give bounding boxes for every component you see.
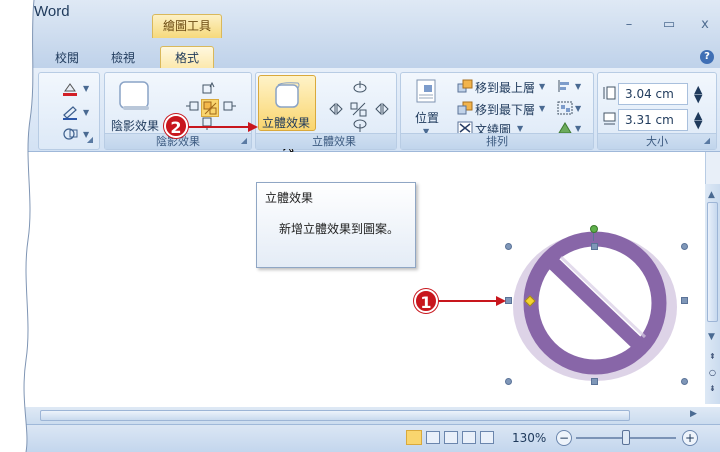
tooltip-title: 立體效果 (265, 191, 314, 205)
tilt-up-icon[interactable] (352, 79, 368, 95)
shape-width-field[interactable]: 3.31 cm (618, 109, 688, 131)
send-to-back-dropdown-icon[interactable]: ▼ (539, 104, 545, 113)
browse-object-icon[interactable]: ○ (709, 368, 716, 377)
tab-review[interactable]: 校閱 (50, 48, 84, 68)
next-page-icon[interactable]: ⇟ (709, 384, 716, 393)
position-icon[interactable] (415, 79, 437, 103)
selection-handle-bottom[interactable] (591, 378, 598, 385)
bring-to-front-dropdown-icon[interactable]: ▼ (539, 82, 545, 91)
selection-handle-top-right[interactable] (681, 243, 688, 250)
threed-on-off-icon[interactable] (350, 101, 368, 117)
align-dropdown-icon[interactable]: ▼ (575, 82, 581, 91)
zoom-in-button[interactable]: + (682, 430, 698, 446)
scroll-down-icon[interactable]: ▼ (708, 332, 715, 342)
selection-handle-top[interactable] (591, 243, 598, 250)
nudge-shadow-left-icon[interactable] (185, 99, 199, 113)
outline-view-icon[interactable] (462, 431, 476, 444)
title-bar (0, 0, 720, 46)
group-objects-icon[interactable] (557, 101, 573, 115)
size-group-label: 大小 (598, 133, 716, 149)
scroll-right-icon[interactable]: ▶ (690, 409, 697, 419)
help-icon[interactable]: ? (700, 50, 714, 64)
group-objects-dropdown-icon[interactable]: ▼ (575, 104, 581, 113)
torn-edge-decoration (0, 0, 35, 452)
tooltip-description: 新增立體效果到圖案。 (279, 222, 400, 236)
contextual-tab-drawing-tools: 繪圖工具 (152, 14, 222, 38)
change-shape-icon[interactable] (61, 127, 79, 141)
minimize-button[interactable]: – (620, 16, 638, 34)
threed-effects-group-label: 立體效果 (256, 133, 396, 149)
shape-width-spinner[interactable]: ▲ ▼ (694, 110, 702, 130)
vertical-scrollbar[interactable]: ▲ ▼ ⇞ ○ ⇟ (705, 184, 720, 404)
shape-height-spinner[interactable]: ▲ ▼ (694, 84, 702, 104)
callout-badge-1: 1 (414, 289, 438, 313)
text-wrapping-dropdown-icon[interactable]: ▼ (517, 124, 523, 133)
shape-styles-launcher-icon[interactable]: ◢ (85, 135, 95, 145)
tilt-down-icon[interactable] (352, 119, 368, 133)
size-group: 3.04 cm ▲ ▼ 3.31 cm ▲ ▼ 大小 ◢ (597, 72, 717, 150)
callout-badge-2: 2 (164, 114, 188, 138)
threed-effects-tooltip: 立體效果 新增立體效果到圖案。 (256, 182, 416, 268)
nudge-shadow-right-icon[interactable] (223, 99, 237, 113)
threed-effects-button[interactable]: 立體效果 (262, 114, 310, 131)
rotate-dropdown-icon[interactable]: ▼ (575, 124, 581, 133)
print-layout-view-icon[interactable] (406, 430, 422, 445)
word-window: Word 繪圖工具 – ▭ x 校閱 檢視 格式 ? ▼ ▼ ▼ ◢ 陰影效果 … (0, 0, 720, 452)
shadow-effects-icon[interactable] (117, 79, 151, 113)
shape-outline-dropdown-icon[interactable]: ▼ (83, 108, 89, 117)
shape-outline-icon[interactable] (61, 105, 79, 121)
shape-width-icon (602, 111, 616, 127)
selection-handle-bottom-left[interactable] (505, 378, 512, 385)
threed-effects-button-bg[interactable]: 立體效果 (258, 75, 316, 131)
rotation-handle[interactable] (590, 225, 598, 233)
status-bar: 130% − + (0, 424, 720, 452)
shape-fill-dropdown-icon[interactable]: ▼ (83, 84, 89, 93)
zoom-out-button[interactable]: − (556, 430, 572, 446)
shape-styles-group: ▼ ▼ ▼ ◢ (38, 72, 100, 150)
callout-arrow-1 (438, 296, 506, 306)
shape-height-field[interactable]: 3.04 cm (618, 83, 688, 105)
tab-format[interactable]: 格式 (160, 46, 214, 70)
arrange-group-label: 排列 (401, 133, 593, 149)
full-screen-reading-icon[interactable] (426, 431, 440, 444)
vertical-scroll-thumb[interactable] (707, 202, 718, 322)
scroll-up-icon[interactable]: ▲ (708, 190, 715, 200)
send-to-back-button[interactable]: 移到最下層 (475, 101, 535, 118)
selection-handle-bottom-right[interactable] (681, 378, 688, 385)
shadow-effects-launcher-icon[interactable]: ◢ (239, 136, 249, 146)
ruler-toggle-icon[interactable] (705, 152, 720, 184)
zoom-slider-thumb[interactable] (622, 430, 630, 445)
tab-view[interactable]: 檢視 (106, 48, 140, 68)
selection-handle-top-left[interactable] (505, 243, 512, 250)
shape-fill-icon[interactable] (61, 81, 79, 97)
tilt-left-icon[interactable] (328, 101, 344, 117)
web-layout-icon[interactable] (444, 431, 458, 444)
horizontal-scroll-thumb[interactable] (40, 410, 630, 421)
previous-page-icon[interactable]: ⇞ (709, 352, 716, 361)
align-icon[interactable] (557, 79, 573, 93)
bring-to-front-button[interactable]: 移到最上層 (475, 79, 535, 96)
callout-arrow-2 (188, 122, 258, 132)
selection-handle-right[interactable] (681, 297, 688, 304)
arrange-group: 位置 ▼ 移到最上層 ▼ 移到最下層 ▼ 文繞圖 ▼ ▼ ▼ ▼ 排列 (400, 72, 594, 150)
tilt-right-icon[interactable] (374, 101, 390, 117)
nudge-shadow-up-icon[interactable] (201, 81, 215, 95)
position-button[interactable]: 位置 (415, 109, 439, 126)
shadow-on-off-icon[interactable] (201, 99, 219, 117)
size-launcher-icon[interactable]: ◢ (702, 136, 712, 146)
bring-to-front-icon[interactable] (457, 79, 473, 93)
send-to-back-icon[interactable] (457, 101, 473, 115)
close-button[interactable]: x (696, 16, 714, 34)
draft-view-icon[interactable] (480, 431, 494, 444)
threed-effects-group: 立體效果 ▼ 立體效果 (255, 72, 397, 153)
shadow-effects-button[interactable]: 陰影效果 (111, 117, 159, 134)
zoom-level[interactable]: 130% (512, 431, 546, 445)
shape-height-icon (602, 85, 616, 101)
horizontal-scrollbar[interactable]: ▶ (0, 407, 720, 424)
restore-button[interactable]: ▭ (660, 16, 678, 34)
threed-effects-icon (272, 80, 302, 110)
no-symbol-shape[interactable] (505, 227, 685, 387)
